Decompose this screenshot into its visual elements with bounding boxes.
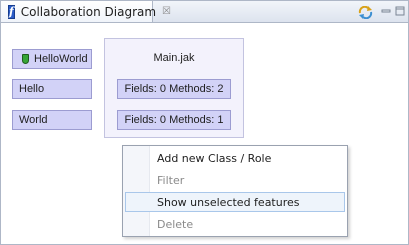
menu-item-delete[interactable]: Delete bbox=[125, 214, 345, 234]
featureide-icon: f bbox=[8, 4, 15, 19]
menu-item-show-unselected-features[interactable]: Show unselected features bbox=[125, 192, 345, 212]
class-feature-box[interactable]: Fields: 0 Methods: 1 bbox=[117, 110, 231, 130]
tab-collaboration-diagram[interactable]: f Collaboration Diagram ☒ bbox=[1, 1, 171, 22]
feature-marker-icon bbox=[22, 54, 29, 64]
role-helloworld[interactable]: HelloWorld bbox=[12, 49, 92, 69]
maximize-icon[interactable] bbox=[395, 6, 405, 16]
context-menu: Add new Class / Role Filter Show unselec… bbox=[122, 145, 348, 237]
role-world[interactable]: World bbox=[12, 110, 92, 130]
class-box-main[interactable]: Main.jak Fields: 0 Methods: 2 Fields: 0 … bbox=[104, 38, 244, 138]
sync-arrows-icon[interactable] bbox=[358, 6, 373, 19]
class-feature-box[interactable]: Fields: 0 Methods: 2 bbox=[117, 79, 231, 99]
role-label: HelloWorld bbox=[34, 53, 88, 65]
tab-title: Collaboration Diagram bbox=[20, 4, 157, 19]
collaboration-diagram-view: f Collaboration Diagram ☒ HelloWorld Hel… bbox=[0, 0, 409, 245]
close-icon[interactable]: ☒ bbox=[162, 6, 171, 17]
class-title: Main.jak bbox=[153, 52, 195, 64]
view-tab-bar: f Collaboration Diagram ☒ bbox=[1, 1, 408, 23]
menu-item-filter[interactable]: Filter bbox=[125, 170, 345, 190]
role-label: Hello bbox=[19, 83, 45, 95]
role-hello[interactable]: Hello bbox=[12, 79, 92, 99]
role-label: World bbox=[19, 114, 48, 126]
minimize-icon[interactable] bbox=[381, 6, 391, 16]
menu-item-add-class-role[interactable]: Add new Class / Role bbox=[125, 148, 345, 168]
